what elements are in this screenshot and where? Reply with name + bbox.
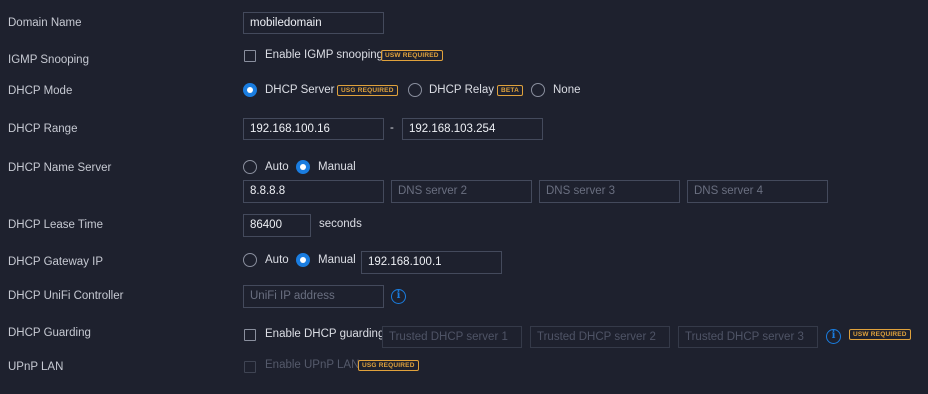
dhcp-unifi-controller-label: DHCP UniFi Controller: [8, 290, 124, 302]
dhcp-mode-label: DHCP Mode: [8, 85, 73, 97]
domain-name-input[interactable]: mobiledomain: [243, 12, 384, 34]
dhcp-mode-none-radio[interactable]: [531, 83, 545, 97]
dhcp-mode-relay-radio[interactable]: [408, 83, 422, 97]
dhcp-relay-beta-badge: BETA: [497, 85, 524, 96]
gateway-manual-radio[interactable]: [296, 253, 310, 267]
dhcp-range-end-input[interactable]: 192.168.103.254: [402, 118, 543, 140]
igmp-usw-required-badge: USW REQUIRED: [381, 50, 443, 61]
trusted-dhcp-server-2-input[interactable]: Trusted DHCP server 2: [530, 326, 670, 348]
dhcp-mode-server-radio[interactable]: [243, 83, 257, 97]
dns-server-3-input[interactable]: DNS server 3: [539, 180, 680, 203]
name-server-manual-label: Manual: [318, 161, 356, 173]
unifi-controller-ip-input[interactable]: UniFi IP address: [243, 285, 384, 308]
igmp-snooping-label: IGMP Snooping: [8, 54, 89, 66]
dhcp-server-usg-required-badge: USG REQUIRED: [337, 85, 398, 96]
name-server-manual-radio[interactable]: [296, 160, 310, 174]
gateway-auto-radio[interactable]: [243, 253, 257, 267]
trusted-dhcp-server-1-input[interactable]: Trusted DHCP server 1: [382, 326, 522, 348]
upnp-lan-label: UPnP LAN: [8, 361, 64, 373]
dhcp-gateway-ip-label: DHCP Gateway IP: [8, 256, 104, 268]
lease-time-input[interactable]: 86400: [243, 214, 311, 237]
name-server-auto-radio[interactable]: [243, 160, 257, 174]
gateway-auto-label: Auto: [265, 254, 289, 266]
gateway-manual-label: Manual: [318, 254, 356, 266]
igmp-snooping-checkbox[interactable]: [244, 50, 256, 62]
dhcp-range-label: DHCP Range: [8, 123, 78, 135]
dhcp-mode-none-label: None: [553, 84, 581, 96]
dhcp-guarding-checkbox[interactable]: [244, 329, 256, 341]
dhcp-range-start-input[interactable]: 192.168.100.16: [243, 118, 384, 140]
gateway-ip-input[interactable]: 192.168.100.1: [361, 251, 502, 274]
dhcp-mode-relay-label: DHCP Relay: [429, 84, 494, 96]
dhcp-guarding-label: DHCP Guarding: [8, 327, 91, 339]
guarding-info-icon[interactable]: i: [826, 329, 841, 344]
upnp-lan-checkbox[interactable]: [244, 361, 256, 373]
dhcp-lease-time-label: DHCP Lease Time: [8, 219, 104, 231]
domain-name-label: Domain Name: [8, 17, 82, 29]
guarding-usw-required-badge: USW REQUIRED: [849, 329, 911, 340]
dns-server-2-input[interactable]: DNS server 2: [391, 180, 532, 203]
dhcp-name-server-label: DHCP Name Server: [8, 162, 112, 174]
lease-time-unit: seconds: [319, 218, 362, 230]
trusted-dhcp-server-3-input[interactable]: Trusted DHCP server 3: [678, 326, 818, 348]
dhcp-mode-server-label: DHCP Server: [265, 84, 335, 96]
dhcp-range-separator: -: [390, 122, 394, 134]
name-server-auto-label: Auto: [265, 161, 289, 173]
igmp-snooping-checkbox-label: Enable IGMP snooping: [265, 49, 384, 61]
controller-info-icon[interactable]: i: [391, 289, 406, 304]
dns-server-4-input[interactable]: DNS server 4: [687, 180, 828, 203]
dns-server-1-input[interactable]: 8.8.8.8: [243, 180, 384, 203]
dhcp-guarding-checkbox-label: Enable DHCP guarding: [265, 328, 385, 340]
upnp-usg-required-badge: USG REQUIRED: [358, 360, 419, 371]
upnp-lan-checkbox-label: Enable UPnP LAN: [265, 359, 360, 371]
